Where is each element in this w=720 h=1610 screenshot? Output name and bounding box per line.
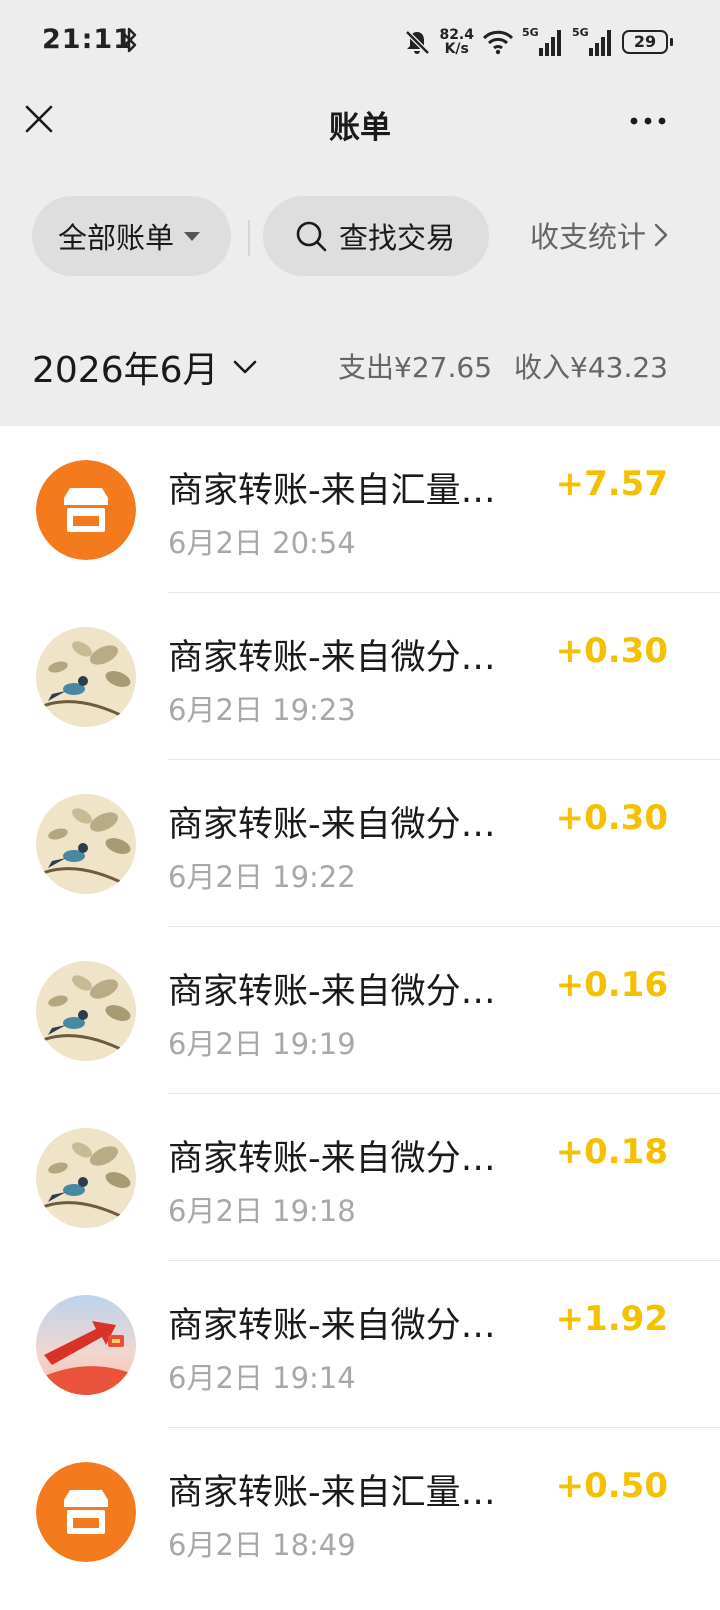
status-time: 21:11 (42, 24, 133, 55)
cellular-signal-1: 5G (522, 26, 564, 58)
transaction-row[interactable]: 商家转账-来自汇量… 6月2日 20:54 +7.57 (0, 426, 720, 593)
all-bills-label: 全部账单 (58, 221, 175, 255)
transaction-title: 商家转账-来自微分… (168, 972, 496, 1012)
page-title: 账单 (329, 110, 391, 146)
transaction-title: 商家转账-来自微分… (168, 638, 496, 678)
transaction-time: 6月2日 19:22 (168, 860, 356, 894)
month-summary: 支出¥27.65 收入¥43.23 (338, 346, 668, 386)
shop-icon (36, 460, 136, 560)
cellular-signal-2: 5G (572, 26, 614, 58)
search-transactions-button[interactable]: 查找交易 (263, 196, 489, 276)
bird-painting-avatar (36, 627, 136, 727)
chevron-down-icon (233, 360, 256, 374)
transaction-time: 6月2日 19:23 (168, 693, 356, 727)
status-bar: 21:11 82.4 K/s 5G 5G 29 (0, 0, 720, 84)
search-label: 查找交易 (339, 221, 456, 255)
status-icons: 82.4 K/s 5G 5G 29 (403, 22, 673, 62)
transaction-amount: +0.50 (555, 1466, 668, 1506)
divider (248, 220, 250, 256)
transaction-title: 商家转账-来自微分… (168, 805, 496, 845)
transaction-time: 6月2日 18:49 (168, 1528, 356, 1562)
wifi-icon (482, 30, 514, 55)
all-bills-dropdown[interactable]: 全部账单 (32, 196, 231, 276)
transaction-title: 商家转账-来自微分… (168, 1139, 496, 1179)
transaction-amount: +1.92 (555, 1299, 668, 1339)
transaction-row[interactable]: 商家转账-来自微分… 6月2日 19:23 +0.30 (0, 593, 720, 760)
stats-label: 收支统计 (529, 220, 646, 254)
transaction-time: 6月2日 19:19 (168, 1027, 356, 1061)
transaction-amount: +7.57 (555, 464, 668, 504)
bluetooth-icon (123, 27, 137, 53)
income-expense-stats-link[interactable]: 收支统计 (530, 214, 668, 256)
month-label: 2026年6月 (32, 350, 219, 391)
income-total: 收入¥43.23 (514, 351, 668, 384)
transaction-row[interactable]: 商家转账-来自微分… 6月2日 19:14 +1.92 (0, 1261, 720, 1428)
month-summary-bar: 2026年6月 支出¥27.65 收入¥43.23 (0, 306, 720, 426)
shop-icon (36, 1462, 136, 1562)
transaction-row[interactable]: 商家转账-来自汇量… 6月2日 18:49 +0.50 (0, 1428, 720, 1595)
filter-bar: 全部账单 查找交易 收支统计 (0, 174, 720, 306)
transaction-row[interactable]: 商家转账-来自微分… 6月2日 19:18 +0.18 (0, 1094, 720, 1261)
battery-indicator: 29 (622, 30, 673, 54)
transaction-time: 6月2日 19:14 (168, 1361, 356, 1395)
bird-painting-avatar (36, 1128, 136, 1228)
network-speed-value: 82.4 (439, 27, 474, 43)
bird-painting-avatar (36, 961, 136, 1061)
transaction-amount: +0.16 (555, 965, 668, 1005)
transaction-title: 商家转账-来自汇量… (168, 1473, 496, 1513)
transaction-row[interactable]: 商家转账-来自微分… 6月2日 19:19 +0.16 (0, 927, 720, 1094)
month-selector[interactable]: 2026年6月 (32, 341, 257, 393)
network-speed-unit: K/s (444, 41, 469, 57)
nav-bar: 账单 (0, 84, 720, 174)
transaction-amount: +0.30 (555, 798, 668, 838)
transaction-list: 商家转账-来自汇量… 6月2日 20:54 +7.57 商家转账-来自微分… 6… (0, 426, 720, 1595)
transaction-row[interactable]: 商家转账-来自微分… 6月2日 19:22 +0.30 (0, 760, 720, 927)
signal-label-1: 5G (522, 26, 539, 39)
bird-painting-avatar (36, 794, 136, 894)
search-icon (296, 221, 327, 252)
caret-down-icon (184, 231, 201, 241)
transaction-amount: +0.18 (555, 1132, 668, 1172)
red-arrow-avatar (36, 1295, 136, 1395)
transaction-title: 商家转账-来自汇量… (168, 471, 496, 511)
expense-total: 支出¥27.65 (338, 351, 493, 384)
mute-bell-icon (405, 30, 431, 55)
chevron-right-icon (654, 223, 668, 247)
transaction-time: 6月2日 19:18 (168, 1194, 356, 1228)
more-icon[interactable] (630, 117, 666, 125)
transaction-amount: +0.30 (555, 631, 668, 671)
transaction-title: 商家转账-来自微分… (168, 1306, 496, 1346)
transaction-time: 6月2日 20:54 (168, 526, 356, 560)
signal-label-2: 5G (572, 26, 589, 39)
network-speed: 82.4 K/s (439, 28, 474, 56)
